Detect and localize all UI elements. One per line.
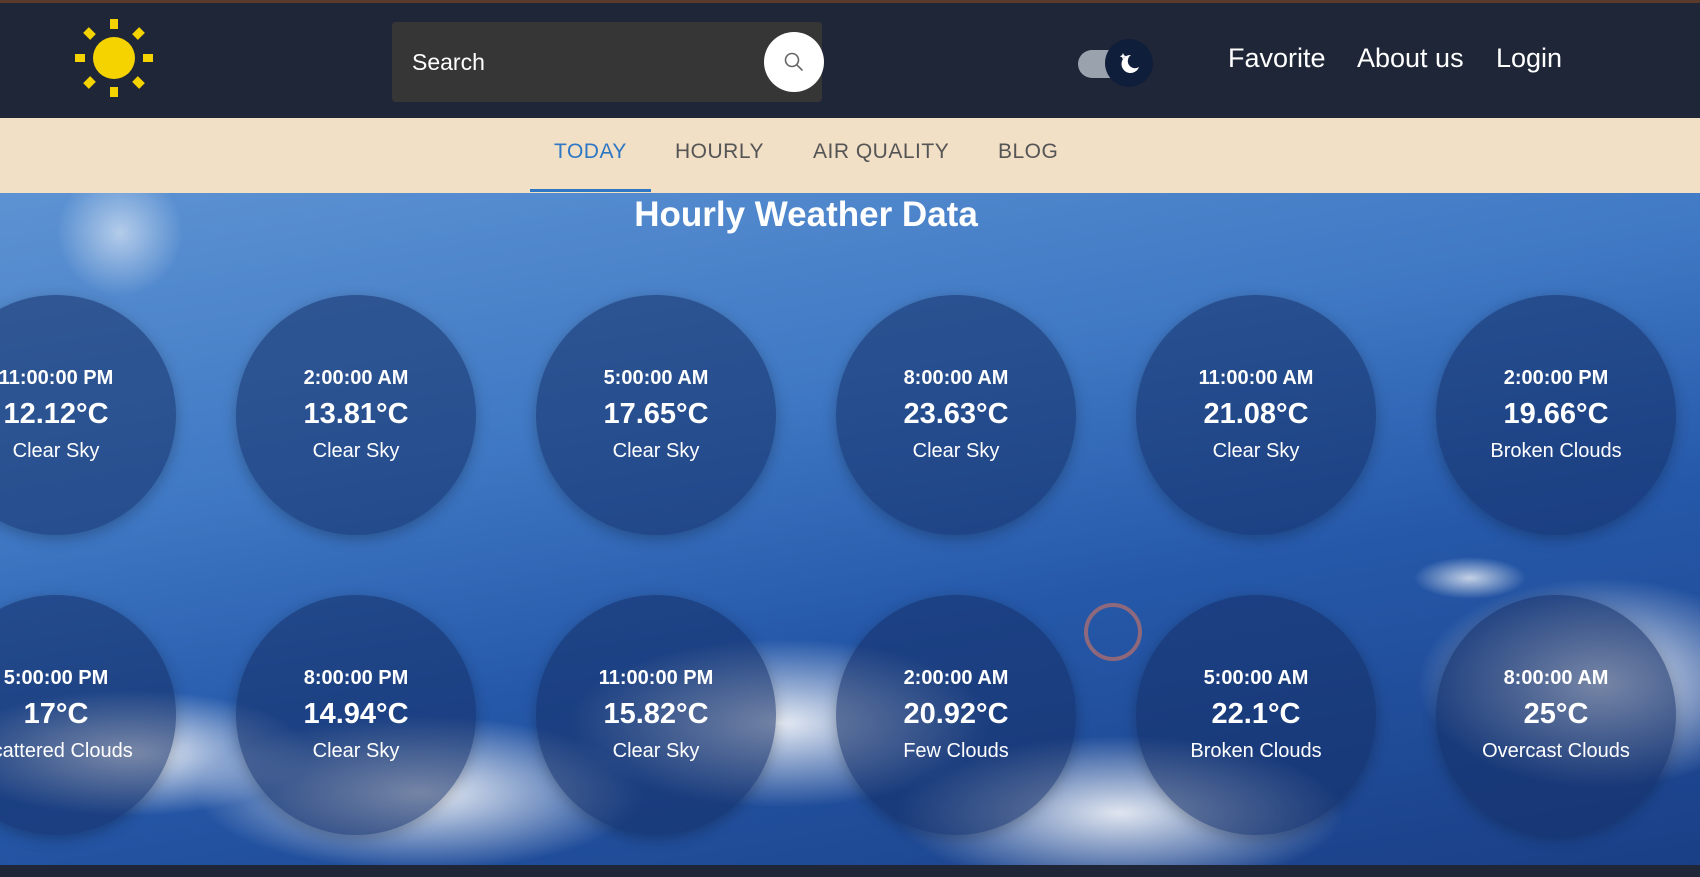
lens-flare <box>1084 603 1142 661</box>
tab-hourly[interactable]: HOURLY <box>675 140 764 164</box>
footer-bar <box>0 865 1700 877</box>
card-condition: Clear Sky <box>612 740 700 762</box>
search-icon <box>784 52 803 71</box>
card-time: 8:00:00 PM <box>303 667 409 689</box>
sun-icon[interactable] <box>70 13 160 103</box>
card-time: 5:00:00 PM <box>3 667 109 689</box>
card-temperature: 22.1°C <box>1211 698 1301 730</box>
card-condition: Scattered Clouds <box>0 740 133 762</box>
card-condition: Clear Sky <box>12 440 100 462</box>
search-box <box>392 22 824 102</box>
header: Favorite About us Login <box>0 3 1700 118</box>
weather-card: 5:00:00 AM 22.1°C Broken Clouds <box>1136 595 1376 835</box>
card-temperature: 17°C <box>23 698 89 730</box>
card-temperature: 12.12°C <box>3 398 109 430</box>
card-condition: Clear Sky <box>912 440 1000 462</box>
card-time: 8:00:00 AM <box>903 367 1009 389</box>
search-button[interactable] <box>764 32 824 92</box>
card-temperature: 23.63°C <box>903 398 1009 430</box>
card-temperature: 19.66°C <box>1503 398 1609 430</box>
card-time: 11:00:00 AM <box>1198 367 1314 389</box>
hourly-weather-section: Hourly Weather Data 11:00:00 PM 12.12°C … <box>0 193 1700 865</box>
card-time: 8:00:00 AM <box>1503 667 1609 689</box>
card-temperature: 13.81°C <box>303 398 409 430</box>
card-time: 2:00:00 AM <box>903 667 1009 689</box>
weather-card: 5:00:00 PM 17°C Scattered Clouds <box>0 595 176 835</box>
card-time: 2:00:00 PM <box>1503 367 1609 389</box>
weather-card: 8:00:00 AM 25°C Overcast Clouds <box>1436 595 1676 835</box>
search-input[interactable] <box>392 22 752 102</box>
card-temperature: 17.65°C <box>603 398 709 430</box>
card-temperature: 20.92°C <box>903 698 1009 730</box>
card-temperature: 21.08°C <box>1203 398 1309 430</box>
tab-air-quality[interactable]: AIR QUALITY <box>813 140 949 164</box>
weather-card: 5:00:00 AM 17.65°C Clear Sky <box>536 295 776 535</box>
active-tab-indicator <box>530 189 651 192</box>
weather-card: 2:00:00 PM 19.66°C Broken Clouds <box>1436 295 1676 535</box>
page-title: Hourly Weather Data <box>634 195 978 234</box>
nav-login[interactable]: Login <box>1496 43 1562 74</box>
tab-bar: TODAY HOURLY AIR QUALITY BLOG <box>0 118 1700 193</box>
tab-blog[interactable]: BLOG <box>998 140 1058 164</box>
moon-icon <box>1119 53 1139 73</box>
nav-about-us[interactable]: About us <box>1357 43 1464 74</box>
card-condition: Broken Clouds <box>1190 740 1322 762</box>
card-time: 5:00:00 AM <box>1203 667 1309 689</box>
toggle-knob <box>1105 39 1153 87</box>
card-time: 5:00:00 AM <box>603 367 709 389</box>
weather-card: 2:00:00 AM 20.92°C Few Clouds <box>836 595 1076 835</box>
card-condition: Clear Sky <box>312 740 400 762</box>
card-condition: Few Clouds <box>903 740 1009 762</box>
weather-card: 2:00:00 AM 13.81°C Clear Sky <box>236 295 476 535</box>
card-condition: Overcast Clouds <box>1482 740 1630 762</box>
card-time: 11:00:00 PM <box>0 367 114 389</box>
card-time: 2:00:00 AM <box>303 367 409 389</box>
theme-toggle[interactable] <box>1078 39 1153 87</box>
card-condition: Broken Clouds <box>1490 440 1622 462</box>
weather-card: 11:00:00 PM 12.12°C Clear Sky <box>0 295 176 535</box>
weather-card: 8:00:00 AM 23.63°C Clear Sky <box>836 295 1076 535</box>
tab-today[interactable]: TODAY <box>554 140 627 164</box>
card-condition: Clear Sky <box>612 440 700 462</box>
card-temperature: 25°C <box>1523 698 1589 730</box>
card-condition: Clear Sky <box>1212 440 1300 462</box>
nav-favorite[interactable]: Favorite <box>1228 43 1326 74</box>
weather-card: 11:00:00 PM 15.82°C Clear Sky <box>536 595 776 835</box>
card-temperature: 14.94°C <box>303 698 409 730</box>
card-time: 11:00:00 PM <box>598 667 714 689</box>
weather-card: 11:00:00 AM 21.08°C Clear Sky <box>1136 295 1376 535</box>
card-condition: Clear Sky <box>312 440 400 462</box>
card-temperature: 15.82°C <box>603 698 709 730</box>
weather-card: 8:00:00 PM 14.94°C Clear Sky <box>236 595 476 835</box>
